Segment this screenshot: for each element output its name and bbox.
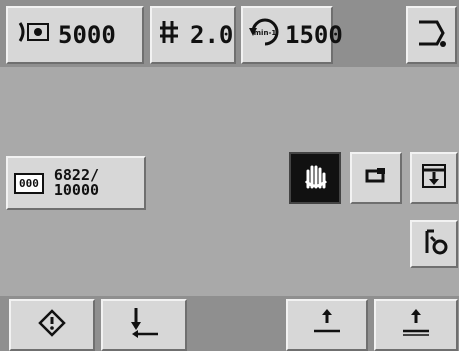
bobbin-winder-icon (419, 227, 449, 261)
counter-text: 6822/ 10000 (54, 168, 99, 198)
thread-cut-icon (419, 161, 449, 195)
stitch-counter-icon (16, 17, 52, 53)
thread-cut-button[interactable] (410, 152, 458, 204)
exit-button[interactable] (406, 6, 457, 64)
counter-total: 10000 (53, 181, 100, 199)
speed-value: 1500 (285, 21, 343, 49)
back-tack-button[interactable] (101, 299, 187, 351)
stitch-length-button[interactable]: 2.0 (150, 6, 236, 64)
info-button[interactable] (9, 299, 95, 351)
speed-dial-icon: min-1 (247, 14, 283, 56)
stitch-count-button[interactable]: 5000 (6, 6, 144, 64)
info-diamond-icon (38, 309, 66, 341)
end-tack-icon (401, 307, 431, 343)
stitch-length-icon (160, 17, 184, 53)
presser-foot-icon (363, 166, 389, 190)
back-tack-icon (126, 306, 162, 344)
hand-stop-icon (300, 161, 330, 195)
end-tack-button[interactable] (374, 299, 458, 351)
production-counter-button[interactable]: 000 6822/ 10000 (6, 156, 146, 210)
counter-badge: 000 (14, 172, 44, 194)
bobbin-winder-button[interactable] (410, 220, 458, 268)
exit-icon (415, 16, 449, 54)
start-tack-button[interactable] (286, 299, 368, 351)
hand-stop-button[interactable] (289, 152, 341, 204)
stitch-length-value: 2.0 (190, 21, 234, 49)
start-tack-icon (312, 307, 342, 343)
presser-foot-button[interactable] (350, 152, 402, 204)
speed-button[interactable]: min-1 1500 (241, 6, 343, 64)
speed-unit-label: min-1 (254, 29, 277, 37)
stitch-count-value: 5000 (58, 21, 116, 49)
